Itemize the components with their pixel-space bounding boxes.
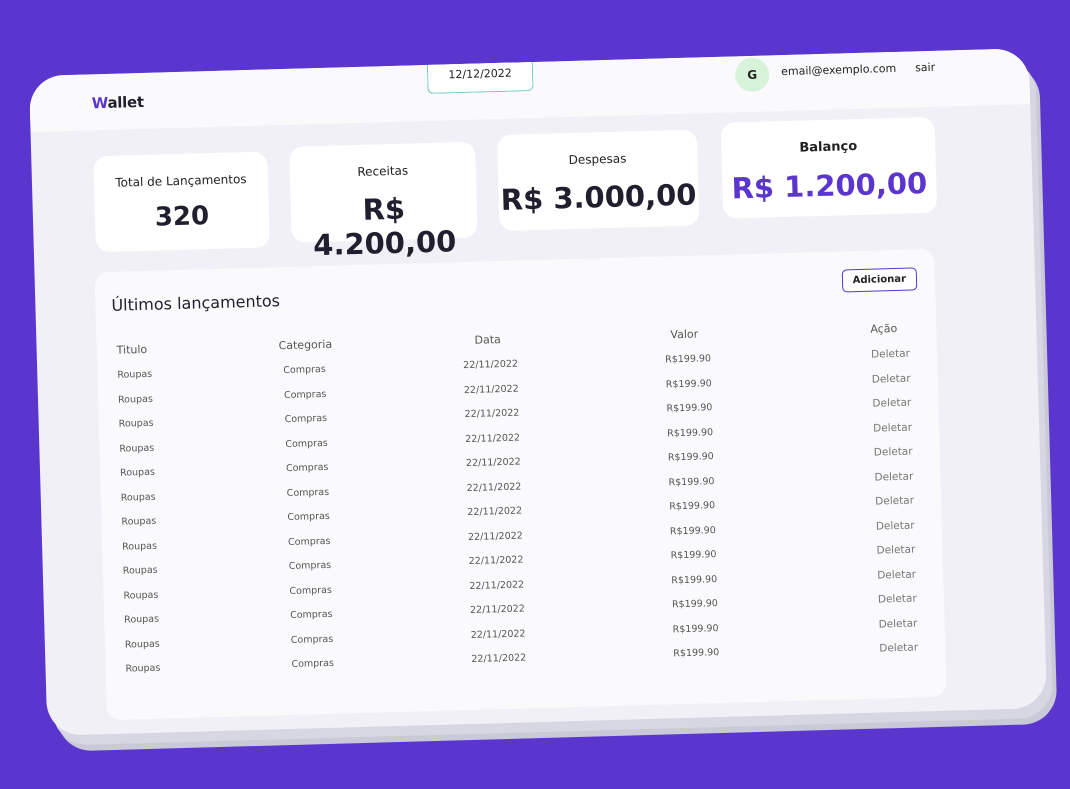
- row-value: R$199.90: [669, 500, 716, 513]
- row-date: 22/11/2022: [465, 432, 521, 445]
- delete-link[interactable]: Deletar: [877, 568, 916, 581]
- row-title: Roupas: [123, 589, 159, 602]
- card-value: R$ 3.000,00: [500, 177, 697, 217]
- add-button[interactable]: Adicionar: [841, 267, 918, 293]
- card-value: 320: [154, 201, 210, 233]
- column-header-value: Valor: [670, 327, 699, 342]
- row-category: Compras: [289, 608, 333, 622]
- row-date: 22/11/2022: [466, 481, 522, 494]
- row-category: Compras: [283, 388, 327, 401]
- row-title: Roupas: [124, 638, 160, 651]
- row-value: R$199.90: [668, 475, 715, 488]
- row-date: 22/11/2022: [468, 554, 524, 567]
- delete-link[interactable]: Deletar: [876, 544, 915, 557]
- row-value: R$199.90: [671, 573, 718, 586]
- row-title: Roupas: [120, 491, 156, 504]
- row-category: Compras: [291, 657, 335, 670]
- row-date: 22/11/2022: [467, 505, 523, 519]
- row-value: R$199.90: [669, 524, 716, 537]
- row-category: Compras: [285, 461, 329, 475]
- row-category: Compras: [288, 559, 332, 573]
- column-header-action: Ação: [870, 321, 898, 336]
- entries-panel: Últimos lançamentos Adicionar Titulo Cat…: [94, 248, 947, 721]
- row-category: Compras: [286, 486, 330, 499]
- delete-link[interactable]: Deletar: [873, 421, 912, 434]
- column-header-category: Categoria: [278, 337, 333, 353]
- delete-link[interactable]: Deletar: [878, 617, 917, 630]
- balance-card: Balanço R$ 1.200,00: [720, 116, 938, 219]
- row-date: 22/11/2022: [465, 456, 521, 470]
- row-date: 22/11/2022: [463, 383, 519, 396]
- app-window: Wallet 12/12/2022 G email@exemplo.com sa…: [28, 48, 1048, 736]
- row-date: 22/11/2022: [469, 578, 525, 592]
- row-value: R$199.90: [667, 451, 714, 464]
- row-title: Roupas: [118, 417, 154, 430]
- row-date: 22/11/2022: [463, 358, 519, 372]
- table-body: Roupas Compras 22/11/2022 R$199.90 Deletar Ro…: [97, 347, 946, 689]
- card-label: Total de Lançamentos: [115, 172, 247, 190]
- delete-link[interactable]: Deletar: [871, 348, 910, 361]
- table-header: Titulo Categoria Data Valor Ação: [96, 321, 936, 357]
- row-date: 22/11/2022: [471, 652, 527, 665]
- row-title: Roupas: [122, 540, 158, 553]
- row-value: R$199.90: [672, 622, 719, 635]
- delete-link[interactable]: Deletar: [874, 470, 913, 483]
- row-title: Roupas: [117, 368, 153, 381]
- delete-link[interactable]: Deletar: [872, 397, 911, 410]
- row-date: 22/11/2022: [469, 603, 525, 616]
- card-label: Receitas: [357, 163, 409, 179]
- column-header-title: Titulo: [116, 342, 148, 357]
- card-value: R$ 1.200,00: [731, 166, 928, 206]
- date-selector[interactable]: 12/12/2022: [426, 56, 534, 94]
- row-value: R$199.90: [665, 377, 712, 390]
- panel-title: Últimos lançamentos: [111, 291, 281, 315]
- expenses-card: Despesas R$ 3.000,00: [496, 129, 700, 232]
- delete-link[interactable]: Deletar: [874, 446, 913, 459]
- card-value: R$ 4.200,00: [312, 191, 457, 263]
- income-card: Receitas R$ 4.200,00: [289, 141, 478, 262]
- card-label: Balanço: [799, 138, 858, 156]
- row-category: Compras: [289, 584, 333, 597]
- row-title: Roupas: [121, 515, 157, 528]
- row-title: Roupas: [119, 466, 156, 479]
- logout-link[interactable]: sair: [915, 61, 935, 75]
- delete-link[interactable]: Deletar: [875, 495, 914, 508]
- row-value: R$199.90: [667, 426, 714, 439]
- row-category: Compras: [287, 510, 330, 524]
- row-category: Compras: [283, 363, 326, 377]
- row-value: R$199.90: [665, 353, 712, 366]
- delete-link[interactable]: Deletar: [878, 593, 917, 606]
- user-email: email@exemplo.com: [780, 61, 897, 79]
- row-date: 22/11/2022: [464, 407, 520, 421]
- delete-link[interactable]: Deletar: [879, 641, 918, 654]
- row-category: Compras: [285, 437, 328, 450]
- row-title: Roupas: [125, 662, 161, 675]
- row-date: 22/11/2022: [467, 529, 523, 543]
- column-header-date: Data: [474, 333, 501, 347]
- total-entries-card: Total de Lançamentos 320: [93, 151, 270, 253]
- row-date: 22/11/2022: [470, 627, 526, 641]
- row-category: Compras: [284, 412, 328, 426]
- card-label: Despesas: [568, 151, 627, 168]
- delete-link[interactable]: Deletar: [872, 372, 911, 385]
- row-title: Roupas: [122, 564, 158, 577]
- row-title: Roupas: [117, 393, 154, 406]
- row-value: R$199.90: [666, 402, 713, 415]
- avatar[interactable]: G: [734, 57, 770, 93]
- row-value: R$199.90: [671, 598, 719, 611]
- row-category: Compras: [287, 535, 331, 548]
- row-value: R$199.90: [673, 647, 720, 660]
- row-title: Roupas: [124, 613, 160, 626]
- delete-link[interactable]: Deletar: [876, 519, 915, 532]
- row-title: Roupas: [119, 442, 155, 455]
- app-logo: Wallet: [91, 92, 144, 113]
- row-value: R$199.90: [670, 549, 717, 562]
- row-category: Compras: [290, 633, 334, 646]
